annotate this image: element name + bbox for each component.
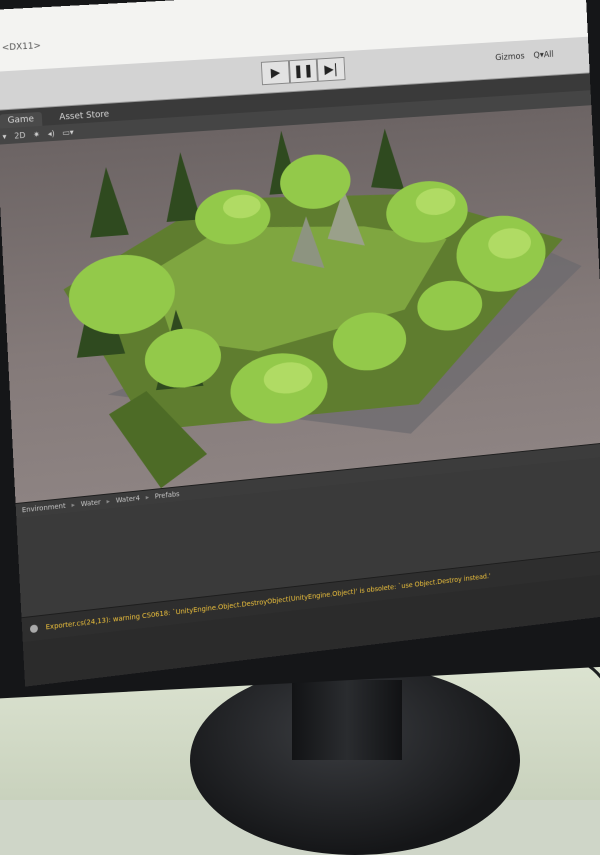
warning-icon <box>29 624 39 634</box>
play-icon: ▶ <box>270 65 281 81</box>
audio-icon[interactable]: ◂) <box>47 128 54 137</box>
effects-icon[interactable]: ▭▾ <box>62 127 74 137</box>
breadcrumb-arrow-icon: ▸ <box>145 493 150 502</box>
monitor-screen: <DX11> ▶ ❚❚ ▶| Gizmos Q▾All Game Asset S… <box>0 0 600 687</box>
playback-controls: ▶ ❚❚ ▶| <box>260 56 346 86</box>
breadcrumb-arrow-icon: ▸ <box>106 497 111 506</box>
pause-icon: ❚❚ <box>292 63 314 79</box>
search-filter[interactable]: Q▾All <box>533 50 554 61</box>
breadcrumb-item[interactable]: Prefabs <box>155 490 180 500</box>
tab-game[interactable]: Game <box>0 111 43 129</box>
toolbar-right: Gizmos Q▾All <box>495 50 554 63</box>
window-title: <DX11> <box>1 41 42 54</box>
gizmos-dropdown[interactable]: Gizmos <box>495 52 525 63</box>
shading-dropdown-icon[interactable]: ▾ <box>2 132 6 141</box>
breadcrumb-arrow-icon: ▸ <box>71 500 76 510</box>
play-button[interactable]: ▶ <box>260 60 291 86</box>
2d-toggle[interactable]: 2D <box>14 130 26 140</box>
scene-viewport[interactable] <box>0 105 600 504</box>
step-icon: ▶| <box>324 61 339 77</box>
monitor-stand-neck <box>292 680 402 760</box>
breadcrumb-item[interactable]: Water4 <box>116 494 141 504</box>
step-button[interactable]: ▶| <box>316 56 346 82</box>
lighting-icon[interactable]: ✷ <box>33 129 40 138</box>
terrain-scene <box>59 127 589 494</box>
pause-button[interactable]: ❚❚ <box>288 58 318 84</box>
breadcrumb-item[interactable]: Water <box>81 498 101 508</box>
